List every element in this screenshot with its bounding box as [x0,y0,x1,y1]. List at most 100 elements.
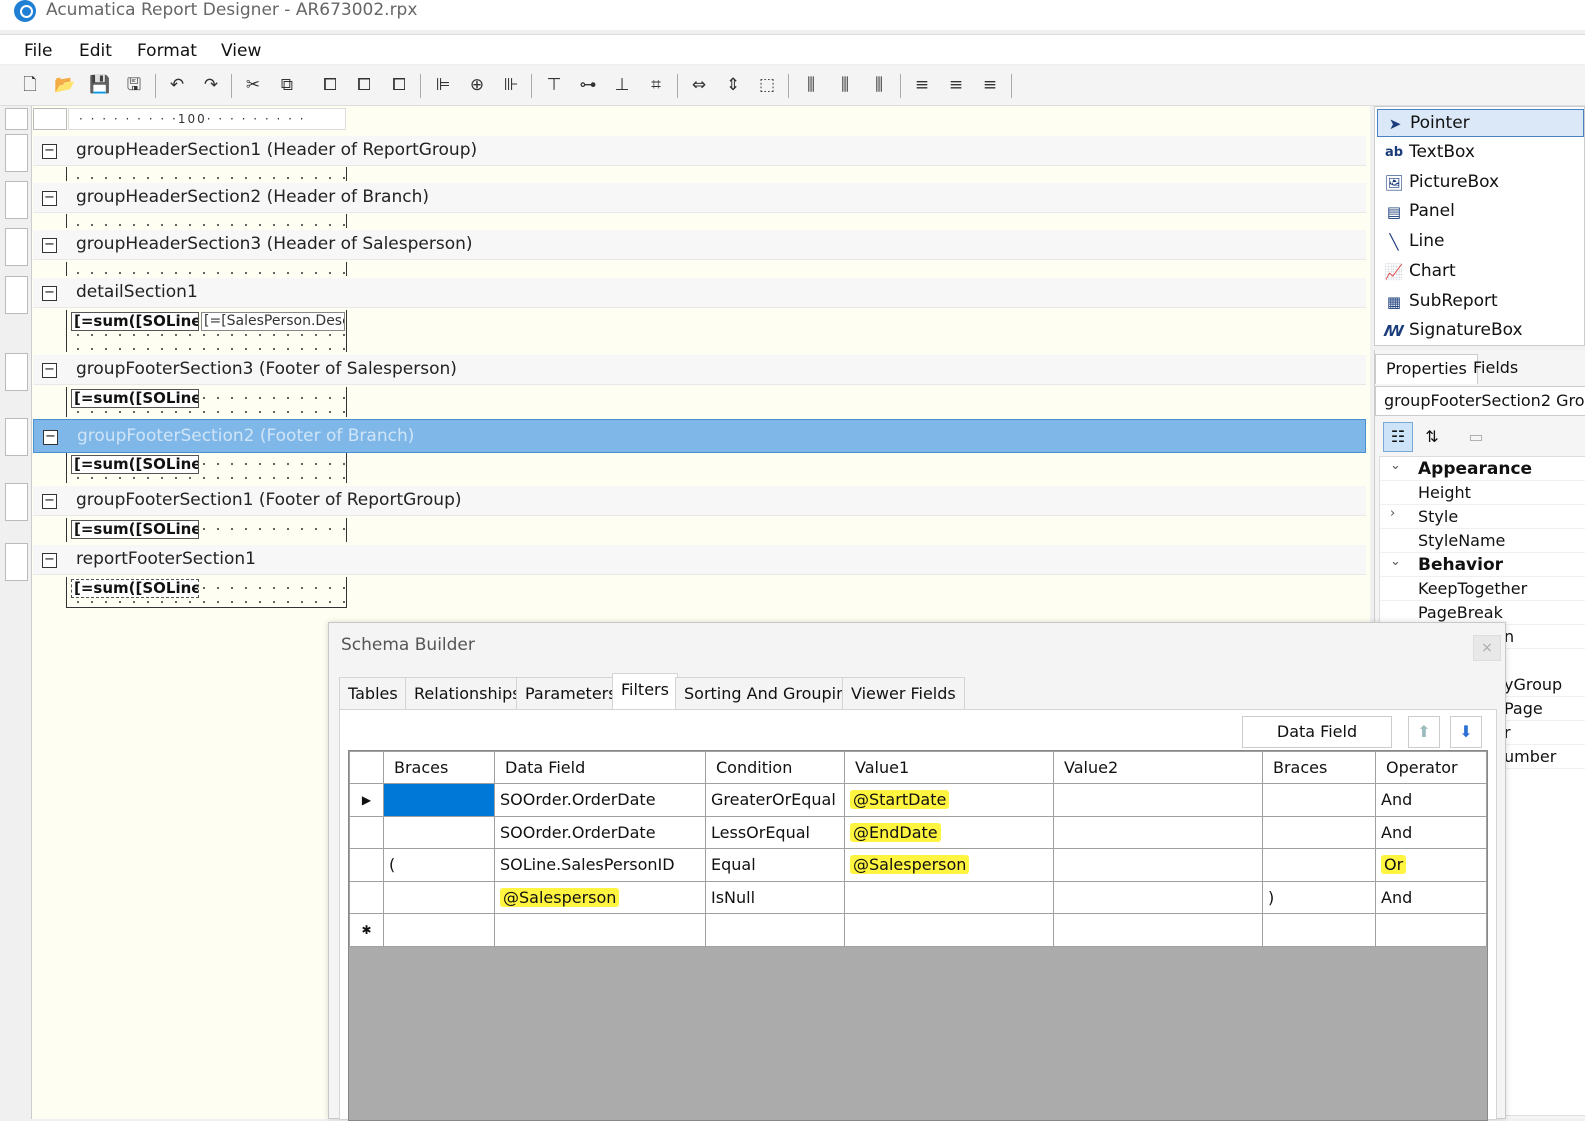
tab-sorting-and-grouping[interactable]: Sorting And Grouping [675,677,866,709]
section-group-header-3[interactable]: − groupHeaderSection3 (Header of Salespe… [33,230,1366,260]
cell-value2[interactable] [1053,783,1263,817]
cell-data-field[interactable] [494,913,706,947]
cell-operator[interactable]: And [1375,783,1487,817]
cell-braces-close[interactable] [1262,783,1376,817]
cell-data-field[interactable]: SOOrder.OrderDate [494,783,706,817]
tool-textbox[interactable]: ab TextBox [1377,139,1584,167]
align-middle-icon[interactable]: ⊶ [576,74,600,96]
align-center-icon[interactable]: ⊕ [465,74,489,96]
menu-view[interactable]: View [221,41,261,61]
section-body[interactable]: [=sum([SOLine. [66,387,347,417]
column-header-data-field[interactable]: Data Field [494,751,706,784]
gutter-section-box[interactable] [5,181,28,219]
chevron-down-icon[interactable]: ⌄ [1390,458,1401,473]
collapse-icon[interactable]: − [42,286,57,301]
cell-braces[interactable] [383,783,495,817]
horizontal-spacing-decrease-icon[interactable]: ⫼ [867,74,891,96]
cell-condition[interactable] [705,913,845,947]
table-row[interactable]: ▶ SOOrder.OrderDate GreaterOrEqual @Star… [349,783,1487,817]
vertical-spacing-increase-icon[interactable]: ≡ [944,74,968,96]
cell-condition[interactable]: Equal [705,848,845,882]
property-row[interactable]: KeepTogether [1380,577,1585,601]
alphabetical-sort-icon[interactable]: ⇅ [1417,422,1447,452]
close-button[interactable]: × [1473,635,1501,661]
cell-value1[interactable]: @StartDate [844,783,1054,817]
undo-icon[interactable]: ↶ [165,74,189,96]
move-down-icon[interactable]: ⬇ [1450,716,1482,748]
categorized-view-icon[interactable]: ☷ [1383,422,1413,452]
cell-value2[interactable] [1053,880,1263,914]
cell-value1[interactable]: @EndDate [844,815,1054,849]
selected-object-dropdown[interactable]: groupFooterSection2 Grou [1375,386,1585,416]
cut-icon[interactable]: ✂ [241,74,265,96]
tab-viewer-fields[interactable]: Viewer Fields [842,677,965,709]
report-textbox[interactable]: [=sum([SOLine. [71,312,199,331]
section-group-header-2[interactable]: − groupHeaderSection2 (Header of Branch) [33,183,1366,213]
collapse-icon[interactable]: − [42,144,57,159]
cell-value2[interactable] [1053,848,1263,882]
tab-parameters[interactable]: Parameters [516,677,626,709]
property-row[interactable]: › Style [1380,505,1585,529]
tab-tables[interactable]: Tables [339,677,407,709]
section-group-footer-3[interactable]: − groupFooterSection3 (Footer of Salespe… [33,355,1366,385]
column-header-braces-close[interactable]: Braces [1262,751,1376,784]
vertical-spacing-decrease-icon[interactable]: ≡ [978,74,1002,96]
tool-subreport[interactable]: ▦ SubReport [1377,288,1584,316]
section-body[interactable]: [=sum([SOLine. [66,453,347,483]
column-header-value2[interactable]: Value2 [1053,751,1263,784]
horizontal-spacing-increase-icon[interactable]: ⫼ [833,74,857,96]
property-category-behavior[interactable]: ⌄ Behavior [1380,553,1585,577]
gutter-section-box[interactable] [5,543,28,581]
tool-panel[interactable]: ▤ Panel [1377,198,1584,226]
copy-icon[interactable]: ⧉ [275,74,299,96]
same-width-icon[interactable]: ⇔ [687,74,711,96]
report-textbox[interactable]: [=sum([SOLine. [71,579,199,598]
section-body[interactable]: [=sum([SOLine. [=[SalesPerson.Desc [66,310,347,352]
bring-to-front-icon[interactable]: ⧠ [318,74,342,96]
vertical-spacing-equal-icon[interactable]: ≡ [910,74,934,96]
column-header-value1[interactable]: Value1 [844,751,1054,784]
collapse-icon[interactable]: − [42,553,57,568]
collapse-icon[interactable]: − [42,363,57,378]
menu-edit[interactable]: Edit [79,41,112,61]
chevron-right-icon[interactable]: › [1390,506,1395,521]
cell-braces-close[interactable] [1262,913,1376,947]
cell-braces[interactable] [383,880,495,914]
cell-braces-close[interactable] [1262,815,1376,849]
section-group-footer-1[interactable]: − groupFooterSection1 (Footer of ReportG… [33,486,1366,516]
gutter-section-box[interactable] [5,483,28,521]
new-row[interactable]: ✱ [349,913,1487,947]
cell-braces[interactable] [383,913,495,947]
table-row[interactable]: SOOrder.OrderDate LessOrEqual @EndDate A… [349,815,1487,849]
cell-data-field[interactable]: SOLine.SalesPersonID [494,848,706,882]
section-body[interactable] [66,167,347,181]
gutter-section-box[interactable] [5,134,28,172]
group-icon[interactable]: ⧠ [387,74,411,96]
send-to-back-icon[interactable]: ⧠ [352,74,376,96]
align-right-icon[interactable]: ⊪ [499,74,523,96]
save-icon[interactable]: 💾 [88,74,112,96]
row-header[interactable] [349,815,384,849]
cell-value2[interactable] [1053,815,1263,849]
cell-data-field[interactable]: SOOrder.OrderDate [494,815,706,849]
column-header-braces[interactable]: Braces [383,751,495,784]
gutter-section-box[interactable] [5,353,28,391]
column-header-condition[interactable]: Condition [705,751,845,784]
cell-data-field[interactable]: @Salesperson [494,880,706,914]
align-top-icon[interactable]: ⊤ [542,74,566,96]
align-to-grid-icon[interactable]: ⌗ [644,74,668,96]
section-detail[interactable]: − detailSection1 [33,278,1366,308]
collapse-icon[interactable]: − [43,430,58,445]
section-group-footer-2-selected[interactable]: − groupFooterSection2 (Footer of Branch) [33,419,1366,453]
collapse-icon[interactable]: − [42,238,57,253]
menu-file[interactable]: File [24,41,52,61]
new-report-icon[interactable]: 🗋 [18,74,42,96]
section-report-footer[interactable]: − reportFooterSection1 [33,545,1366,575]
property-pages-icon[interactable]: ▭ [1461,422,1491,452]
cell-braces-close[interactable] [1262,848,1376,882]
cell-value1[interactable] [844,913,1054,947]
report-textbox[interactable]: [=[SalesPerson.Desc [201,312,345,331]
move-up-icon[interactable]: ⬆ [1408,716,1440,748]
horizontal-spacing-equal-icon[interactable]: ⫼ [799,74,823,96]
row-header[interactable] [349,848,384,882]
